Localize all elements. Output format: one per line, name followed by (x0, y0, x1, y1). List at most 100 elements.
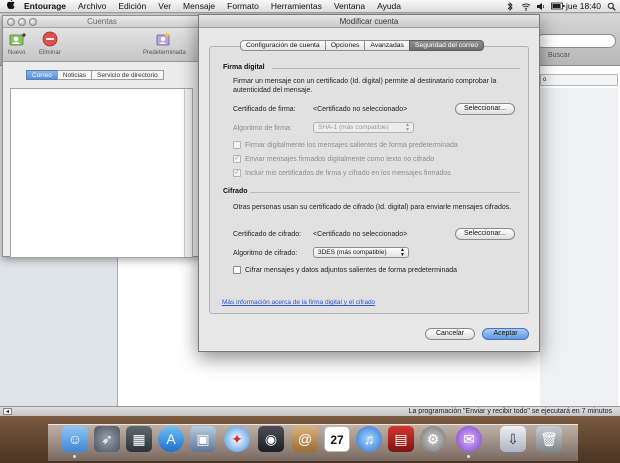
encryption-cert-value: <Certificado no seleccionado> (313, 231, 408, 238)
sign-outgoing-label: Firmar digitalmente los mensajes salient… (245, 141, 458, 149)
popup-arrows-icon: ▲ ▼ (400, 247, 405, 258)
dialog-title: Modificar cuenta (339, 17, 399, 26)
new-account-icon (9, 31, 26, 47)
more-info-link[interactable]: Más información acerca de la firma digit… (222, 299, 375, 306)
calculator-icon[interactable]: ▦ (126, 426, 152, 452)
signing-algorithm-value: SHA-1 (más compatible) (318, 124, 389, 131)
battery-icon[interactable] (551, 2, 565, 11)
dialog-titlebar: Modificar cuenta (199, 15, 539, 28)
select-signing-cert-button[interactable]: Seleccionar... (455, 103, 515, 115)
send-cleartext-checkbox-row[interactable]: ✓ Enviar mensajes firmados digitalmente … (233, 155, 434, 163)
calendar-icon[interactable]: 27 (324, 426, 350, 452)
encryption-algorithm-label: Algoritmo de cifrado: (233, 250, 298, 257)
trash-icon[interactable]: 🗑 (536, 426, 562, 452)
status-toggle-icon[interactable]: ◂ (3, 408, 12, 415)
tab-noticias[interactable]: Noticias (56, 70, 92, 80)
include-certs-checkbox-row[interactable]: ✓ Incluir mis certificados de firma y ci… (233, 169, 451, 177)
menu-formato[interactable]: Formato (221, 0, 265, 13)
dock: ☺ ➶ ▦ A ▣ ✦ ◉ @ 27 ♫ ▤ ⚙ ✉ ⇩ 🗑 (0, 416, 620, 463)
encrypt-outgoing-checkbox[interactable] (233, 266, 241, 274)
app-store-icon[interactable]: A (158, 426, 184, 452)
popup-arrows-icon: ▲ ▼ (405, 122, 410, 133)
signing-cert-value: <Certificado no seleccionado> (313, 106, 408, 113)
menu-ventana[interactable]: Ventana (328, 0, 371, 13)
address-book-icon[interactable]: @ (292, 426, 318, 452)
accounts-titlebar: Cuentas (3, 16, 201, 28)
encryption-section-title: Cifrado (223, 188, 248, 195)
apple-menu-icon[interactable] (0, 0, 20, 13)
signing-description: Firmar un mensaje con un certificado (Id… (233, 78, 497, 94)
cancel-button[interactable]: Cancelar (425, 328, 475, 340)
security-tab-panel: Firma digital Firmar un mensaje con un c… (209, 46, 529, 314)
wifi-icon[interactable] (521, 2, 531, 11)
bluetooth-icon[interactable] (506, 1, 515, 11)
encryption-cert-label: Certificado de cifrado: (233, 231, 302, 238)
running-indicator (73, 455, 76, 458)
safari-icon[interactable]: ✦ (224, 426, 250, 452)
system-preferences-icon[interactable]: ⚙ (420, 426, 446, 452)
new-account-label: Nuevo (8, 50, 26, 56)
background-search-field[interactable] (536, 34, 616, 48)
menu-ayuda[interactable]: Ayuda (371, 0, 407, 13)
accounts-list[interactable] (10, 88, 193, 258)
preview-icon[interactable]: ▣ (190, 426, 216, 452)
menu-herramientas[interactable]: Herramientas (265, 0, 328, 13)
select-encryption-cert-button[interactable]: Seleccionar... (455, 228, 515, 240)
tab-configuracion-cuenta[interactable]: Configuración de cuenta (240, 40, 326, 51)
set-default-account-button[interactable]: Predeterminada (143, 31, 186, 56)
menu-archivo[interactable]: Archivo (72, 0, 112, 13)
accounts-toolbar: Nuevo Eliminar Predeterminada (3, 28, 201, 62)
running-indicator (467, 455, 470, 458)
spotlight-icon[interactable] (607, 2, 616, 11)
encrypt-outgoing-label: Cifrar mensajes y datos adjuntos salient… (245, 266, 458, 274)
accounts-tab-bar: Correo Noticias Servicio de directorio (26, 70, 164, 80)
include-certs-checkbox[interactable]: ✓ (233, 169, 241, 177)
accounts-window: Cuentas Nuevo Eliminar Predeterminada Co… (2, 15, 202, 258)
send-cleartext-checkbox[interactable]: ✓ (233, 155, 241, 163)
entourage-icon[interactable]: ✉ (456, 426, 482, 452)
itunes-icon[interactable]: ♫ (356, 426, 382, 452)
calendar-day: 27 (330, 433, 344, 447)
tab-seguridad-correo[interactable]: Seguridad del correo (408, 40, 485, 51)
delete-icon (42, 31, 58, 47)
accounts-list-scrollbar[interactable] (184, 89, 192, 257)
tab-correo[interactable]: Correo (26, 70, 58, 80)
tab-avanzadas[interactable]: Avanzadas (364, 40, 410, 51)
accounts-window-title: Cuentas (87, 17, 117, 26)
signing-algorithm-select[interactable]: SHA-1 (más compatible) ▲ ▼ (313, 122, 414, 133)
signing-section-divider (272, 68, 520, 69)
new-account-button[interactable]: Nuevo (8, 31, 26, 56)
delete-account-label: Eliminar (39, 50, 61, 56)
downloads-stack-icon[interactable]: ⇩ (500, 426, 526, 452)
default-account-icon (156, 31, 172, 47)
delete-account-button[interactable]: Eliminar (39, 31, 61, 56)
finder-icon[interactable]: ☺ (62, 426, 88, 452)
menu-mensaje[interactable]: Mensaje (177, 0, 221, 13)
background-preview-pane (540, 88, 618, 406)
menubar-clock[interactable]: jue 18:40 (566, 1, 601, 11)
sign-outgoing-checkbox-row[interactable]: Firmar digitalmente los mensajes salient… (233, 141, 458, 149)
menu-bar: Entourage Archivo Edición Ver Mensaje Fo… (0, 0, 620, 13)
encryption-algorithm-select[interactable]: 3DES (más compatible) ▲ ▼ (313, 247, 409, 258)
dialog-tab-bar: Configuración de cuenta Opciones Avanzad… (240, 40, 485, 51)
menu-ver[interactable]: Ver (152, 0, 177, 13)
default-account-label: Predeterminada (143, 50, 186, 56)
signing-algorithm-label: Algoritmo de firma: (233, 125, 292, 132)
accept-button[interactable]: Aceptar (482, 328, 529, 340)
background-list-header: o (540, 74, 618, 86)
send-cleartext-label: Enviar mensajes firmados digitalmente co… (245, 155, 435, 163)
tab-opciones[interactable]: Opciones (324, 40, 366, 51)
encrypt-outgoing-checkbox-row[interactable]: Cifrar mensajes y datos adjuntos salient… (233, 266, 457, 274)
photo-booth-icon[interactable]: ▤ (388, 426, 414, 452)
status-bar: ◂ La programación "Enviar y recibir todo… (0, 406, 620, 416)
menu-entourage[interactable]: Entourage (20, 0, 72, 13)
tab-servicio-directorio[interactable]: Servicio de directorio (91, 70, 164, 80)
encryption-algorithm-value: 3DES (más compatible) (318, 249, 387, 256)
signing-cert-label: Certificado de firma: (233, 106, 296, 113)
sign-outgoing-checkbox[interactable] (233, 141, 241, 149)
facetime-icon[interactable]: ◉ (258, 426, 284, 452)
rocket-icon[interactable]: ➶ (94, 426, 120, 452)
include-certs-label: Incluir mis certificados de firma y cifr… (245, 169, 451, 177)
menu-edicion[interactable]: Edición (112, 0, 152, 13)
volume-icon[interactable] (536, 2, 545, 11)
